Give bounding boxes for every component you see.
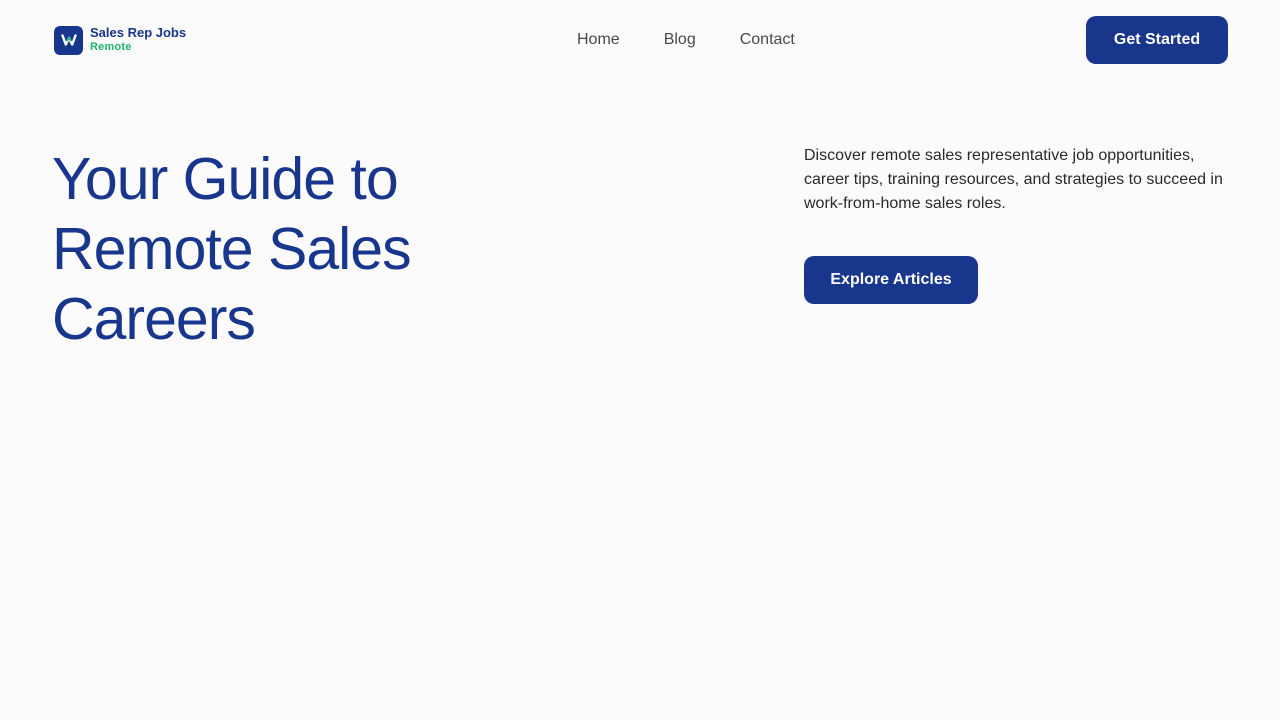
get-started-button[interactable]: Get Started — [1086, 16, 1228, 64]
w-logo-icon — [54, 25, 83, 55]
site-header: Sales Rep Jobs Remote Home Blog Contact … — [0, 0, 1280, 80]
logo-subtitle: Remote — [90, 41, 132, 53]
hero-title: Your Guide to Remote Sales Careers — [52, 146, 412, 352]
hero-description: Discover remote sales representative job… — [804, 147, 1223, 212]
nav-item-contact[interactable]: Contact — [740, 29, 795, 51]
explore-articles-button[interactable]: Explore Articles — [804, 256, 978, 304]
logo-title: Sales Rep Jobs — [90, 25, 187, 40]
page: Sales Rep Jobs Remote Home Blog Contact … — [0, 0, 1280, 720]
nav-item-home[interactable]: Home — [577, 29, 620, 51]
logo-text: Sales Rep Jobs Remote — [90, 25, 186, 55]
main-nav: Home Blog Contact — [577, 29, 795, 51]
logo-link[interactable]: Sales Rep Jobs Remote — [54, 25, 186, 55]
nav-item-blog[interactable]: Blog — [664, 29, 696, 51]
